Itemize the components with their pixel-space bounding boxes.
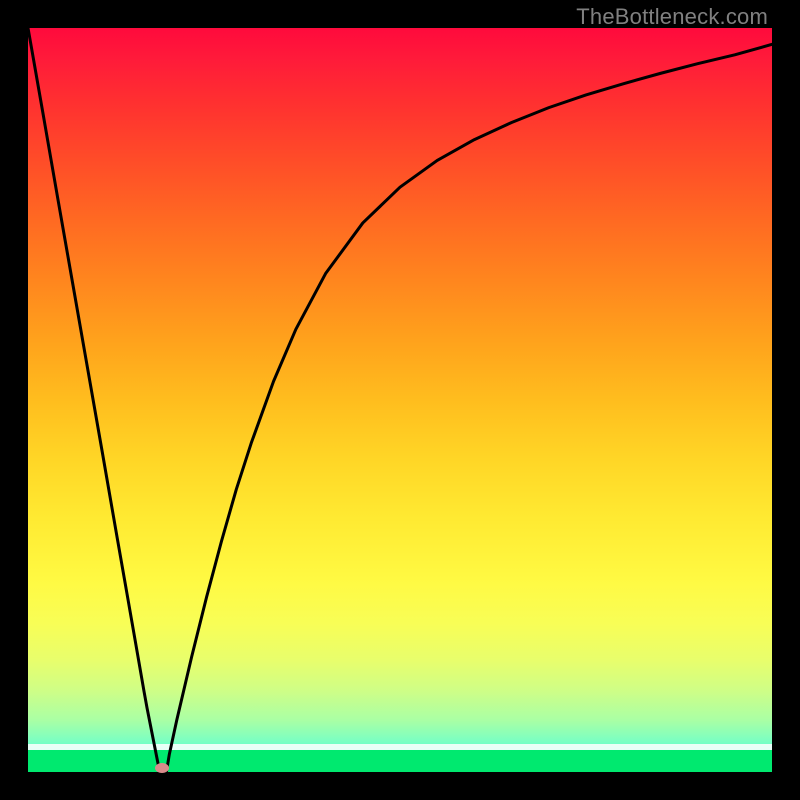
- bottleneck-curve: [28, 28, 772, 772]
- watermark-text: TheBottleneck.com: [576, 4, 768, 30]
- chart-area: [28, 28, 772, 772]
- optimal-point-marker: [155, 763, 169, 773]
- curve-plot: [28, 28, 772, 772]
